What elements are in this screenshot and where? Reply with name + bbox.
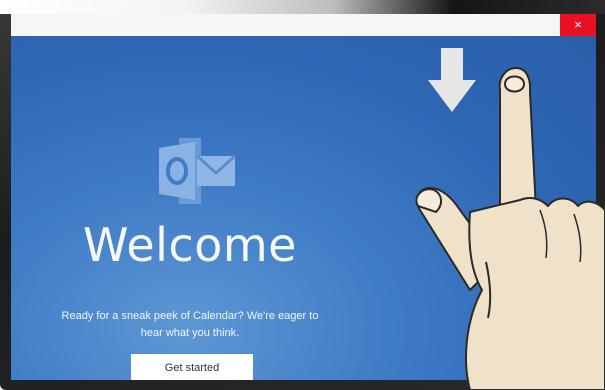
welcome-title: Welcome <box>83 218 297 272</box>
device-bezel-top <box>0 0 605 14</box>
welcome-description: Ready for a sneak peek of Calendar? We'r… <box>61 310 319 339</box>
get-started-button[interactable]: Get started <box>131 354 253 380</box>
close-button[interactable]: × <box>560 14 596 36</box>
close-icon: × <box>574 17 582 32</box>
outlook-icon <box>159 138 237 204</box>
welcome-screen: Welcome Ready for a sneak peek of Calend… <box>11 36 596 380</box>
app-window: × Welcome Ready for a sneak peek of Cale… <box>11 14 596 380</box>
title-bar: × <box>11 14 596 36</box>
